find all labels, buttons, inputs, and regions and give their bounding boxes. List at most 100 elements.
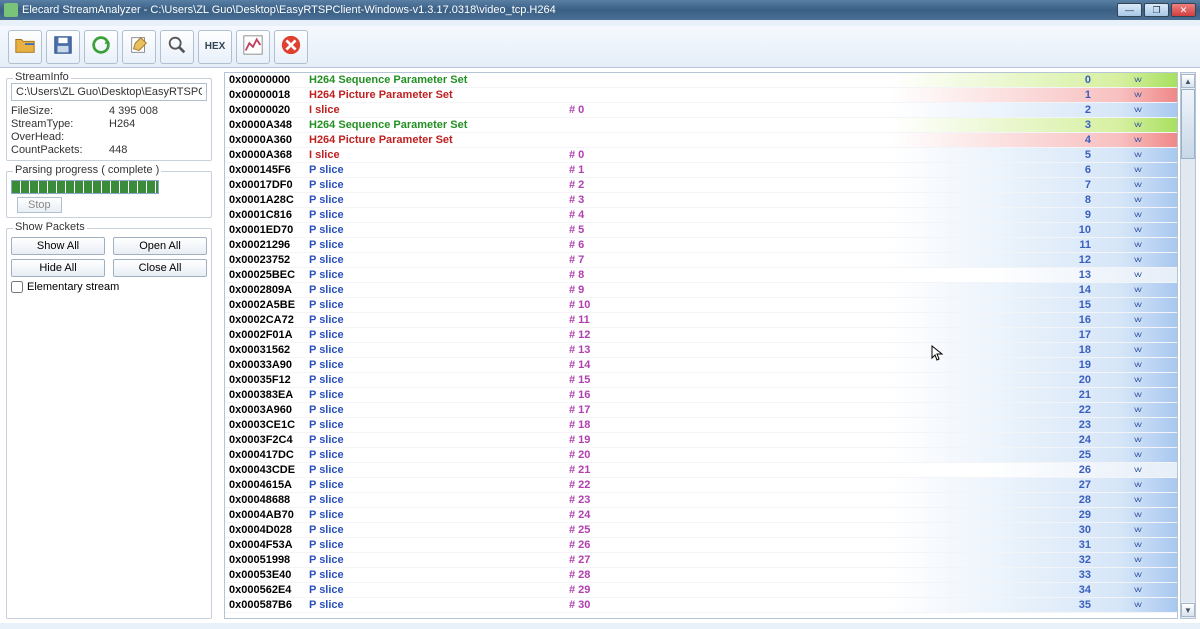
chart-button[interactable]: [236, 30, 270, 64]
packet-row[interactable]: 0x0002A5BEP slice# 1015˅˅: [225, 298, 1177, 313]
packet-row[interactable]: 0x00053E40P slice# 2833˅˅: [225, 568, 1177, 583]
packet-row[interactable]: 0x00031562P slice# 1318˅˅: [225, 343, 1177, 358]
packet-row[interactable]: 0x00000018H264 Picture Parameter Set1˅˅: [225, 88, 1177, 103]
packet-row[interactable]: 0x0001ED70P slice# 510˅˅: [225, 223, 1177, 238]
search-button[interactable]: [160, 30, 194, 64]
packet-list[interactable]: 0x00000000H264 Sequence Parameter Set0˅˅…: [225, 73, 1177, 618]
packet-row[interactable]: 0x00025BEC P slice# 813˅˅: [225, 268, 1177, 283]
minimize-button[interactable]: —: [1117, 3, 1142, 17]
packet-row[interactable]: 0x00021296P slice# 611˅˅: [225, 238, 1177, 253]
packet-row[interactable]: 0x0000A360H264 Picture Parameter Set4˅˅: [225, 133, 1177, 148]
open-file-button[interactable]: [8, 30, 42, 64]
packet-row[interactable]: 0x00043CDE P slice# 2126˅˅: [225, 463, 1177, 478]
packet-row[interactable]: 0x00000020I slice# 02˅˅: [225, 103, 1177, 118]
packet-row[interactable]: 0x00023752P slice# 712˅˅: [225, 253, 1177, 268]
expand-chevron-icon[interactable]: ˅˅: [1097, 298, 1177, 312]
expand-chevron-icon[interactable]: ˅˅: [1097, 193, 1177, 207]
hide-all-button[interactable]: Hide All: [11, 259, 105, 277]
packet-row[interactable]: 0x0003CE1CP slice# 1823˅˅: [225, 418, 1177, 433]
packet-row[interactable]: 0x0003F2C4P slice# 1924˅˅: [225, 433, 1177, 448]
packet-row[interactable]: 0x0003A960P slice# 1722˅˅: [225, 403, 1177, 418]
packet-row[interactable]: 0x00048688P slice# 2328˅˅: [225, 493, 1177, 508]
packet-row[interactable]: 0x0002F01AP slice# 1217˅˅: [225, 328, 1177, 343]
stop-button[interactable]: Stop: [17, 197, 62, 213]
packet-row[interactable]: 0x0004AB70P slice# 2429˅˅: [225, 508, 1177, 523]
packet-offset: 0x0003F2C4: [229, 434, 309, 446]
packet-row[interactable]: 0x0000A368I slice# 05˅˅: [225, 148, 1177, 163]
packet-slice-number: # 18: [569, 419, 590, 431]
expand-chevron-icon[interactable]: ˅˅: [1097, 598, 1177, 612]
expand-chevron-icon[interactable]: ˅˅: [1097, 328, 1177, 342]
close-file-button[interactable]: [274, 30, 308, 64]
packet-index: 0: [1085, 73, 1091, 87]
expand-chevron-icon[interactable]: ˅˅: [1097, 478, 1177, 492]
reload-button[interactable]: [84, 30, 118, 64]
expand-chevron-icon[interactable]: ˅˅: [1097, 538, 1177, 552]
expand-chevron-icon[interactable]: ˅˅: [1097, 238, 1177, 252]
expand-chevron-icon[interactable]: ˅˅: [1097, 508, 1177, 522]
packet-row[interactable]: 0x000145F6P slice# 16˅˅: [225, 163, 1177, 178]
expand-chevron-icon[interactable]: ˅˅: [1097, 88, 1177, 102]
expand-chevron-icon[interactable]: ˅˅: [1097, 163, 1177, 177]
packet-row[interactable]: 0x0000A348H264 Sequence Parameter Set3˅˅: [225, 118, 1177, 133]
expand-chevron-icon[interactable]: ˅˅: [1097, 253, 1177, 267]
packet-row[interactable]: 0x00051998P slice# 2732˅˅: [225, 553, 1177, 568]
packet-row[interactable]: 0x00000000H264 Sequence Parameter Set0˅˅: [225, 73, 1177, 88]
expand-chevron-icon[interactable]: ˅˅: [1097, 463, 1177, 477]
expand-chevron-icon[interactable]: ˅˅: [1097, 343, 1177, 357]
scroll-up-arrow[interactable]: ▲: [1181, 74, 1195, 88]
close-button[interactable]: ✕: [1171, 3, 1196, 17]
packet-row[interactable]: 0x00033A90P slice# 1419˅˅: [225, 358, 1177, 373]
elementary-stream-checkbox[interactable]: [11, 281, 23, 293]
expand-chevron-icon[interactable]: ˅˅: [1097, 133, 1177, 147]
expand-chevron-icon[interactable]: ˅˅: [1097, 388, 1177, 402]
expand-chevron-icon[interactable]: ˅˅: [1097, 568, 1177, 582]
expand-chevron-icon[interactable]: ˅˅: [1097, 448, 1177, 462]
expand-chevron-icon[interactable]: ˅˅: [1097, 208, 1177, 222]
expand-chevron-icon[interactable]: ˅˅: [1097, 103, 1177, 117]
expand-chevron-icon[interactable]: ˅˅: [1097, 433, 1177, 447]
expand-chevron-icon[interactable]: ˅˅: [1097, 73, 1177, 87]
expand-chevron-icon[interactable]: ˅˅: [1097, 583, 1177, 597]
expand-chevron-icon[interactable]: ˅˅: [1097, 283, 1177, 297]
vertical-scrollbar[interactable]: ▲ ▼: [1180, 72, 1196, 619]
file-path-field[interactable]: [11, 83, 207, 101]
packet-row[interactable]: 0x0002CA72P slice# 1116˅˅: [225, 313, 1177, 328]
packet-row[interactable]: 0x0004F53AP slice# 2631˅˅: [225, 538, 1177, 553]
expand-chevron-icon[interactable]: ˅˅: [1097, 313, 1177, 327]
scroll-track[interactable]: [1181, 89, 1195, 602]
expand-chevron-icon[interactable]: ˅˅: [1097, 223, 1177, 237]
packet-row[interactable]: 0x00035F12P slice# 1520˅˅: [225, 373, 1177, 388]
scroll-down-arrow[interactable]: ▼: [1181, 603, 1195, 617]
edit-button[interactable]: [122, 30, 156, 64]
expand-chevron-icon[interactable]: ˅˅: [1097, 403, 1177, 417]
open-all-button[interactable]: Open All: [113, 237, 207, 255]
packet-row[interactable]: 0x0004D028P slice# 2530˅˅: [225, 523, 1177, 538]
packet-row[interactable]: 0x000417DCP slice# 2025˅˅: [225, 448, 1177, 463]
expand-chevron-icon[interactable]: ˅˅: [1097, 268, 1177, 282]
expand-chevron-icon[interactable]: ˅˅: [1097, 553, 1177, 567]
packet-row[interactable]: 0x0002809AP slice# 914˅˅: [225, 283, 1177, 298]
expand-chevron-icon[interactable]: ˅˅: [1097, 118, 1177, 132]
packet-row[interactable]: 0x000562E4P slice# 2934˅˅: [225, 583, 1177, 598]
expand-chevron-icon[interactable]: ˅˅: [1097, 373, 1177, 387]
packet-row[interactable]: 0x0001A28CP slice# 38˅˅: [225, 193, 1177, 208]
packet-row[interactable]: 0x0001C816P slice# 49˅˅: [225, 208, 1177, 223]
maximize-button[interactable]: ❐: [1144, 3, 1169, 17]
scroll-thumb[interactable]: [1181, 89, 1195, 159]
packet-row[interactable]: 0x000587B6P slice# 3035˅˅: [225, 598, 1177, 613]
close-all-button[interactable]: Close All: [113, 259, 207, 277]
packet-type: P slice: [309, 284, 569, 296]
save-button[interactable]: [46, 30, 80, 64]
expand-chevron-icon[interactable]: ˅˅: [1097, 148, 1177, 162]
expand-chevron-icon[interactable]: ˅˅: [1097, 178, 1177, 192]
expand-chevron-icon[interactable]: ˅˅: [1097, 358, 1177, 372]
packet-row[interactable]: 0x000383EAP slice# 1621˅˅: [225, 388, 1177, 403]
hex-view-button[interactable]: HEX: [198, 30, 232, 64]
expand-chevron-icon[interactable]: ˅˅: [1097, 493, 1177, 507]
expand-chevron-icon[interactable]: ˅˅: [1097, 523, 1177, 537]
show-all-button[interactable]: Show All: [11, 237, 105, 255]
packet-row[interactable]: 0x0004615AP slice# 2227˅˅: [225, 478, 1177, 493]
expand-chevron-icon[interactable]: ˅˅: [1097, 418, 1177, 432]
packet-row[interactable]: 0x00017DF0P slice# 27˅˅: [225, 178, 1177, 193]
